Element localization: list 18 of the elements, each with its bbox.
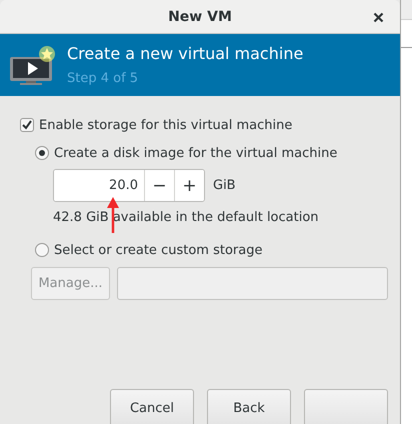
window-title: New VM xyxy=(168,8,232,24)
radio-label: Create a disk image for the virtual machine xyxy=(54,146,338,160)
storage-path-field[interactable] xyxy=(117,267,388,300)
radio-button[interactable] xyxy=(35,146,49,160)
monitor-star-icon xyxy=(9,45,55,85)
size-input[interactable]: 20.0 xyxy=(54,170,145,201)
checkbox[interactable] xyxy=(20,118,34,132)
header-title: Create a new virtual machine xyxy=(67,44,304,63)
increment-button[interactable]: + xyxy=(174,170,204,201)
dialog-button[interactable]: Back xyxy=(207,389,291,424)
radio-label: Select or create custom storage xyxy=(54,242,262,258)
checkbox-label: Enable storage for this virtual machine xyxy=(39,118,292,132)
availability-note: 42.8 GiB available in the default location xyxy=(53,210,320,225)
step-indicator: Step 4 of 5 xyxy=(67,71,140,86)
dialog-button[interactable]: Cancel xyxy=(110,389,194,424)
size-spinner[interactable]: 20.0 − + xyxy=(53,169,205,202)
close-icon[interactable] xyxy=(373,12,384,23)
unit-label: GiB xyxy=(213,178,236,193)
